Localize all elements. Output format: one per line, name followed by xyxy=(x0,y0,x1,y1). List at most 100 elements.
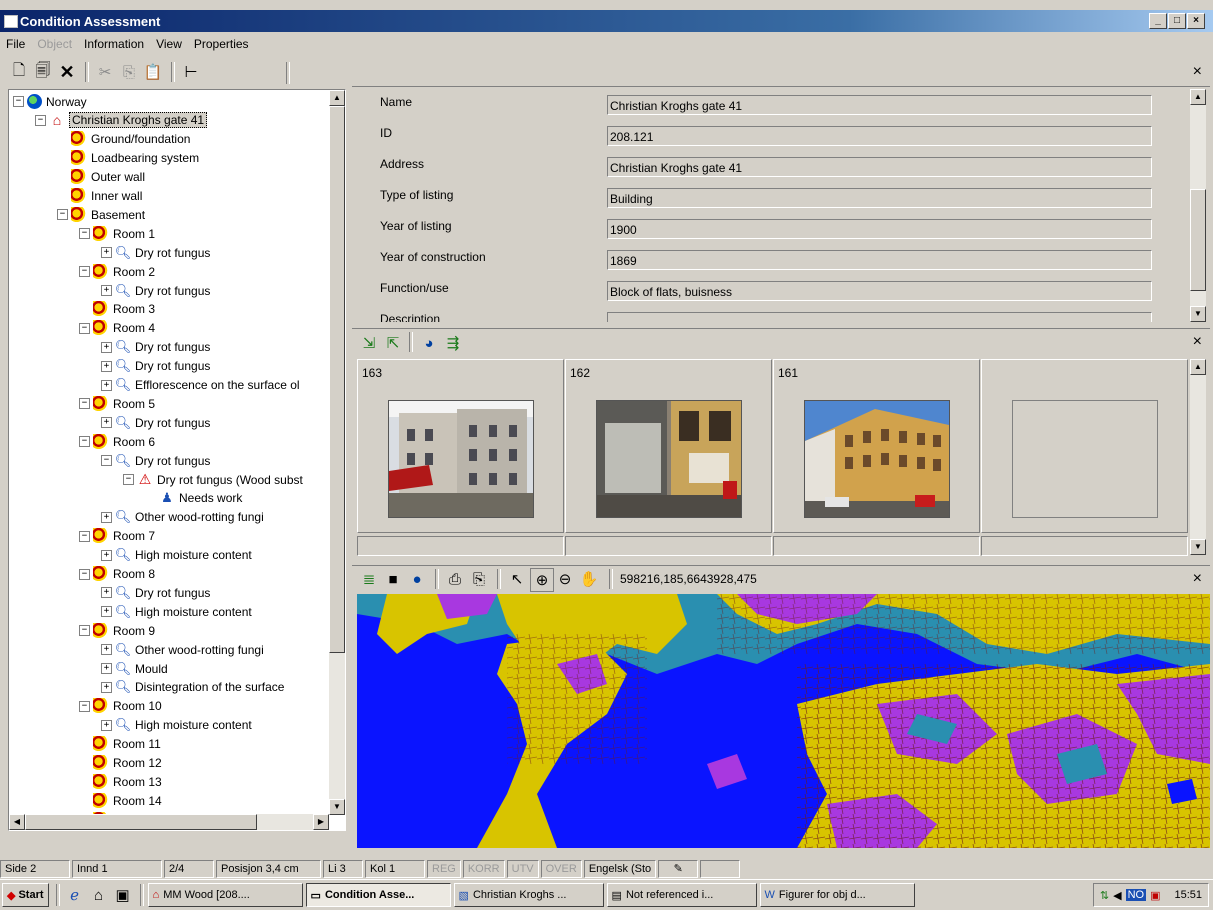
expand-icon[interactable]: + xyxy=(101,663,112,674)
select-icon[interactable]: ↖ xyxy=(506,568,528,590)
collapse-icon[interactable]: − xyxy=(79,700,90,712)
expand-icon[interactable]: + xyxy=(101,360,112,372)
tree-node[interactable]: − Room 2 xyxy=(79,262,155,281)
tree-node[interactable]: + 🔍︎ High moisture content xyxy=(101,716,252,735)
tree-node[interactable]: + 🔍︎ Dry rot fungus xyxy=(101,413,210,432)
photo-cell[interactable]: 162 xyxy=(565,359,772,533)
tree-node[interactable]: Loadbearing system xyxy=(57,149,199,168)
pan-icon[interactable]: ✋ xyxy=(578,568,600,590)
collapse-icon[interactable]: − xyxy=(79,436,90,448)
scroll-up-icon[interactable]: ▲ xyxy=(1190,359,1206,375)
print-icon[interactable]: ⎙ xyxy=(444,568,466,590)
remove-photo-icon[interactable]: ⇱ xyxy=(382,332,404,354)
desktop-icon[interactable]: ▣ xyxy=(112,884,134,906)
scroll-down-icon[interactable]: ▼ xyxy=(1190,539,1206,555)
tree-vertical-scrollbar[interactable]: ▲ ▼ xyxy=(329,90,345,815)
close-properties-icon[interactable]: × xyxy=(1193,63,1202,81)
menu-object[interactable]: Object xyxy=(31,35,78,55)
language-indicator[interactable]: NO xyxy=(1125,889,1147,901)
tree-node[interactable]: − Room 1 xyxy=(79,224,155,243)
tree-node[interactable]: − 🔍︎ Dry rot fungus xyxy=(101,451,210,470)
properties-icon[interactable]: 🗐 xyxy=(32,61,54,83)
tree-node[interactable]: − Room 4 xyxy=(79,319,155,338)
tree-node[interactable]: + 🔍︎ Efflorescence on the surface ol xyxy=(101,376,300,395)
scroll-thumb[interactable] xyxy=(25,814,257,830)
save-icon[interactable]: ■ xyxy=(382,568,404,590)
new-icon[interactable]: 🗋 xyxy=(8,61,30,83)
expand-icon[interactable]: + xyxy=(101,644,112,656)
expand-icon[interactable]: + xyxy=(101,417,112,429)
browser-icon[interactable]: ℯ xyxy=(64,884,86,906)
volume-icon[interactable]: ◀ xyxy=(1113,889,1121,902)
photos-scrollbar[interactable]: ▲ ▼ xyxy=(1190,359,1206,555)
tree-node[interactable]: Room 12 xyxy=(79,754,162,773)
tree-node[interactable]: Outer wall xyxy=(57,168,145,187)
tree-node[interactable]: + 🔍︎ High moisture content xyxy=(101,546,252,565)
collapse-icon[interactable]: − xyxy=(79,322,90,334)
task-mm-wood[interactable]: ⌂ MM Wood [208.... xyxy=(147,883,303,907)
tree-node[interactable]: + 🔍︎ Other wood-rotting fungi xyxy=(101,640,264,659)
maximize-button[interactable]: □ xyxy=(1168,13,1186,29)
scroll-right-icon[interactable]: ▶ xyxy=(313,814,329,830)
scroll-up-icon[interactable]: ▲ xyxy=(329,90,345,106)
network-icon[interactable]: ⇅ xyxy=(1100,889,1109,902)
status-flag-korr[interactable]: KORR xyxy=(462,860,505,878)
property-value[interactable]: Building xyxy=(607,188,1152,208)
tree-node[interactable]: − Norway xyxy=(13,92,87,111)
property-value[interactable]: Christian Kroghs gate 41 xyxy=(607,157,1152,177)
start-button[interactable]: ◆ Start xyxy=(2,883,49,907)
task-not-referenced[interactable]: ▤ Not referenced i... xyxy=(606,883,757,907)
tree-node[interactable]: − ⚠ Dry rot fungus (Wood subst xyxy=(123,470,303,489)
collapse-icon[interactable]: − xyxy=(79,266,90,278)
task-condition-assessment[interactable]: ▭ Condition Asse... xyxy=(305,883,451,907)
expand-icon[interactable]: + xyxy=(101,719,112,731)
monitor-icon[interactable]: ▣ xyxy=(1150,889,1160,902)
expand-icon[interactable]: + xyxy=(101,549,112,561)
scroll-down-icon[interactable]: ▼ xyxy=(1190,306,1206,322)
status-language[interactable]: Engelsk (Sto xyxy=(583,860,657,878)
menu-view[interactable]: View xyxy=(150,35,188,55)
object-tree[interactable]: − Norway − ⌂ Christian Kroghs gate 41 Ground/… xyxy=(8,89,346,831)
expand-icon[interactable]: + xyxy=(101,511,112,523)
tree-node[interactable]: + 🔍︎ Disintegration of the surface xyxy=(101,678,284,697)
tree-node[interactable]: + 🔍︎ Dry rot fungus xyxy=(101,583,210,602)
photo-thumbnail[interactable] xyxy=(804,400,950,518)
zoom-in-icon[interactable]: ⊕ xyxy=(530,568,554,592)
expand-icon[interactable]: + xyxy=(101,379,112,391)
collapse-icon[interactable]: − xyxy=(79,625,90,637)
tree-node[interactable]: + 🔍︎ Dry rot fungus xyxy=(101,338,210,357)
copy-icon[interactable]: ⎘ xyxy=(118,61,140,83)
tree-node[interactable]: Room 3 xyxy=(79,300,155,319)
tree-node[interactable]: − Room 8 xyxy=(79,565,155,584)
menu-file[interactable]: File xyxy=(0,35,31,55)
scroll-thumb[interactable] xyxy=(1190,189,1206,291)
tree-horizontal-scrollbar[interactable]: ◀ ▶ xyxy=(9,814,329,830)
copy-map-icon[interactable]: ⎘ xyxy=(468,568,490,590)
explorer-icon[interactable]: ⌂ xyxy=(88,884,110,906)
photo-thumbnail[interactable] xyxy=(596,400,742,518)
property-value[interactable]: Christian Kroghs gate 41 xyxy=(607,95,1152,115)
task-christian-kroghs[interactable]: ▧ Christian Kroghs ... xyxy=(453,883,604,907)
collapse-icon[interactable]: − xyxy=(79,530,90,542)
collapse-icon[interactable]: − xyxy=(13,96,24,107)
scroll-down-icon[interactable]: ▼ xyxy=(329,799,345,815)
tree-node[interactable]: − ⌂ Christian Kroghs gate 41 xyxy=(35,111,208,130)
tree-node[interactable]: − Room 10 xyxy=(79,697,162,716)
collapse-icon[interactable]: − xyxy=(79,398,90,410)
status-flag-utv[interactable]: UTV xyxy=(506,860,539,878)
tree-node[interactable]: Ground/foundation xyxy=(57,130,190,149)
expand-icon[interactable]: + xyxy=(101,606,112,618)
task-figurer[interactable]: W Figurer for obj d... xyxy=(759,883,915,907)
photo-cell[interactable]: 161 xyxy=(773,359,980,533)
property-value[interactable]: 208.121 xyxy=(607,126,1152,146)
photo-caption[interactable] xyxy=(565,536,772,556)
collapse-icon[interactable]: − xyxy=(57,209,68,221)
delete-icon[interactable]: ✕ xyxy=(56,61,78,83)
expand-icon[interactable]: + xyxy=(101,285,112,296)
tree-node[interactable]: + 🔍︎ Mould xyxy=(101,659,168,678)
tree-node[interactable]: Room 14 xyxy=(79,791,162,810)
expand-icon[interactable]: + xyxy=(101,247,112,259)
photo-cell[interactable] xyxy=(981,359,1188,533)
tree-node[interactable]: Room 13 xyxy=(79,772,162,791)
menu-properties[interactable]: Properties xyxy=(188,35,255,55)
